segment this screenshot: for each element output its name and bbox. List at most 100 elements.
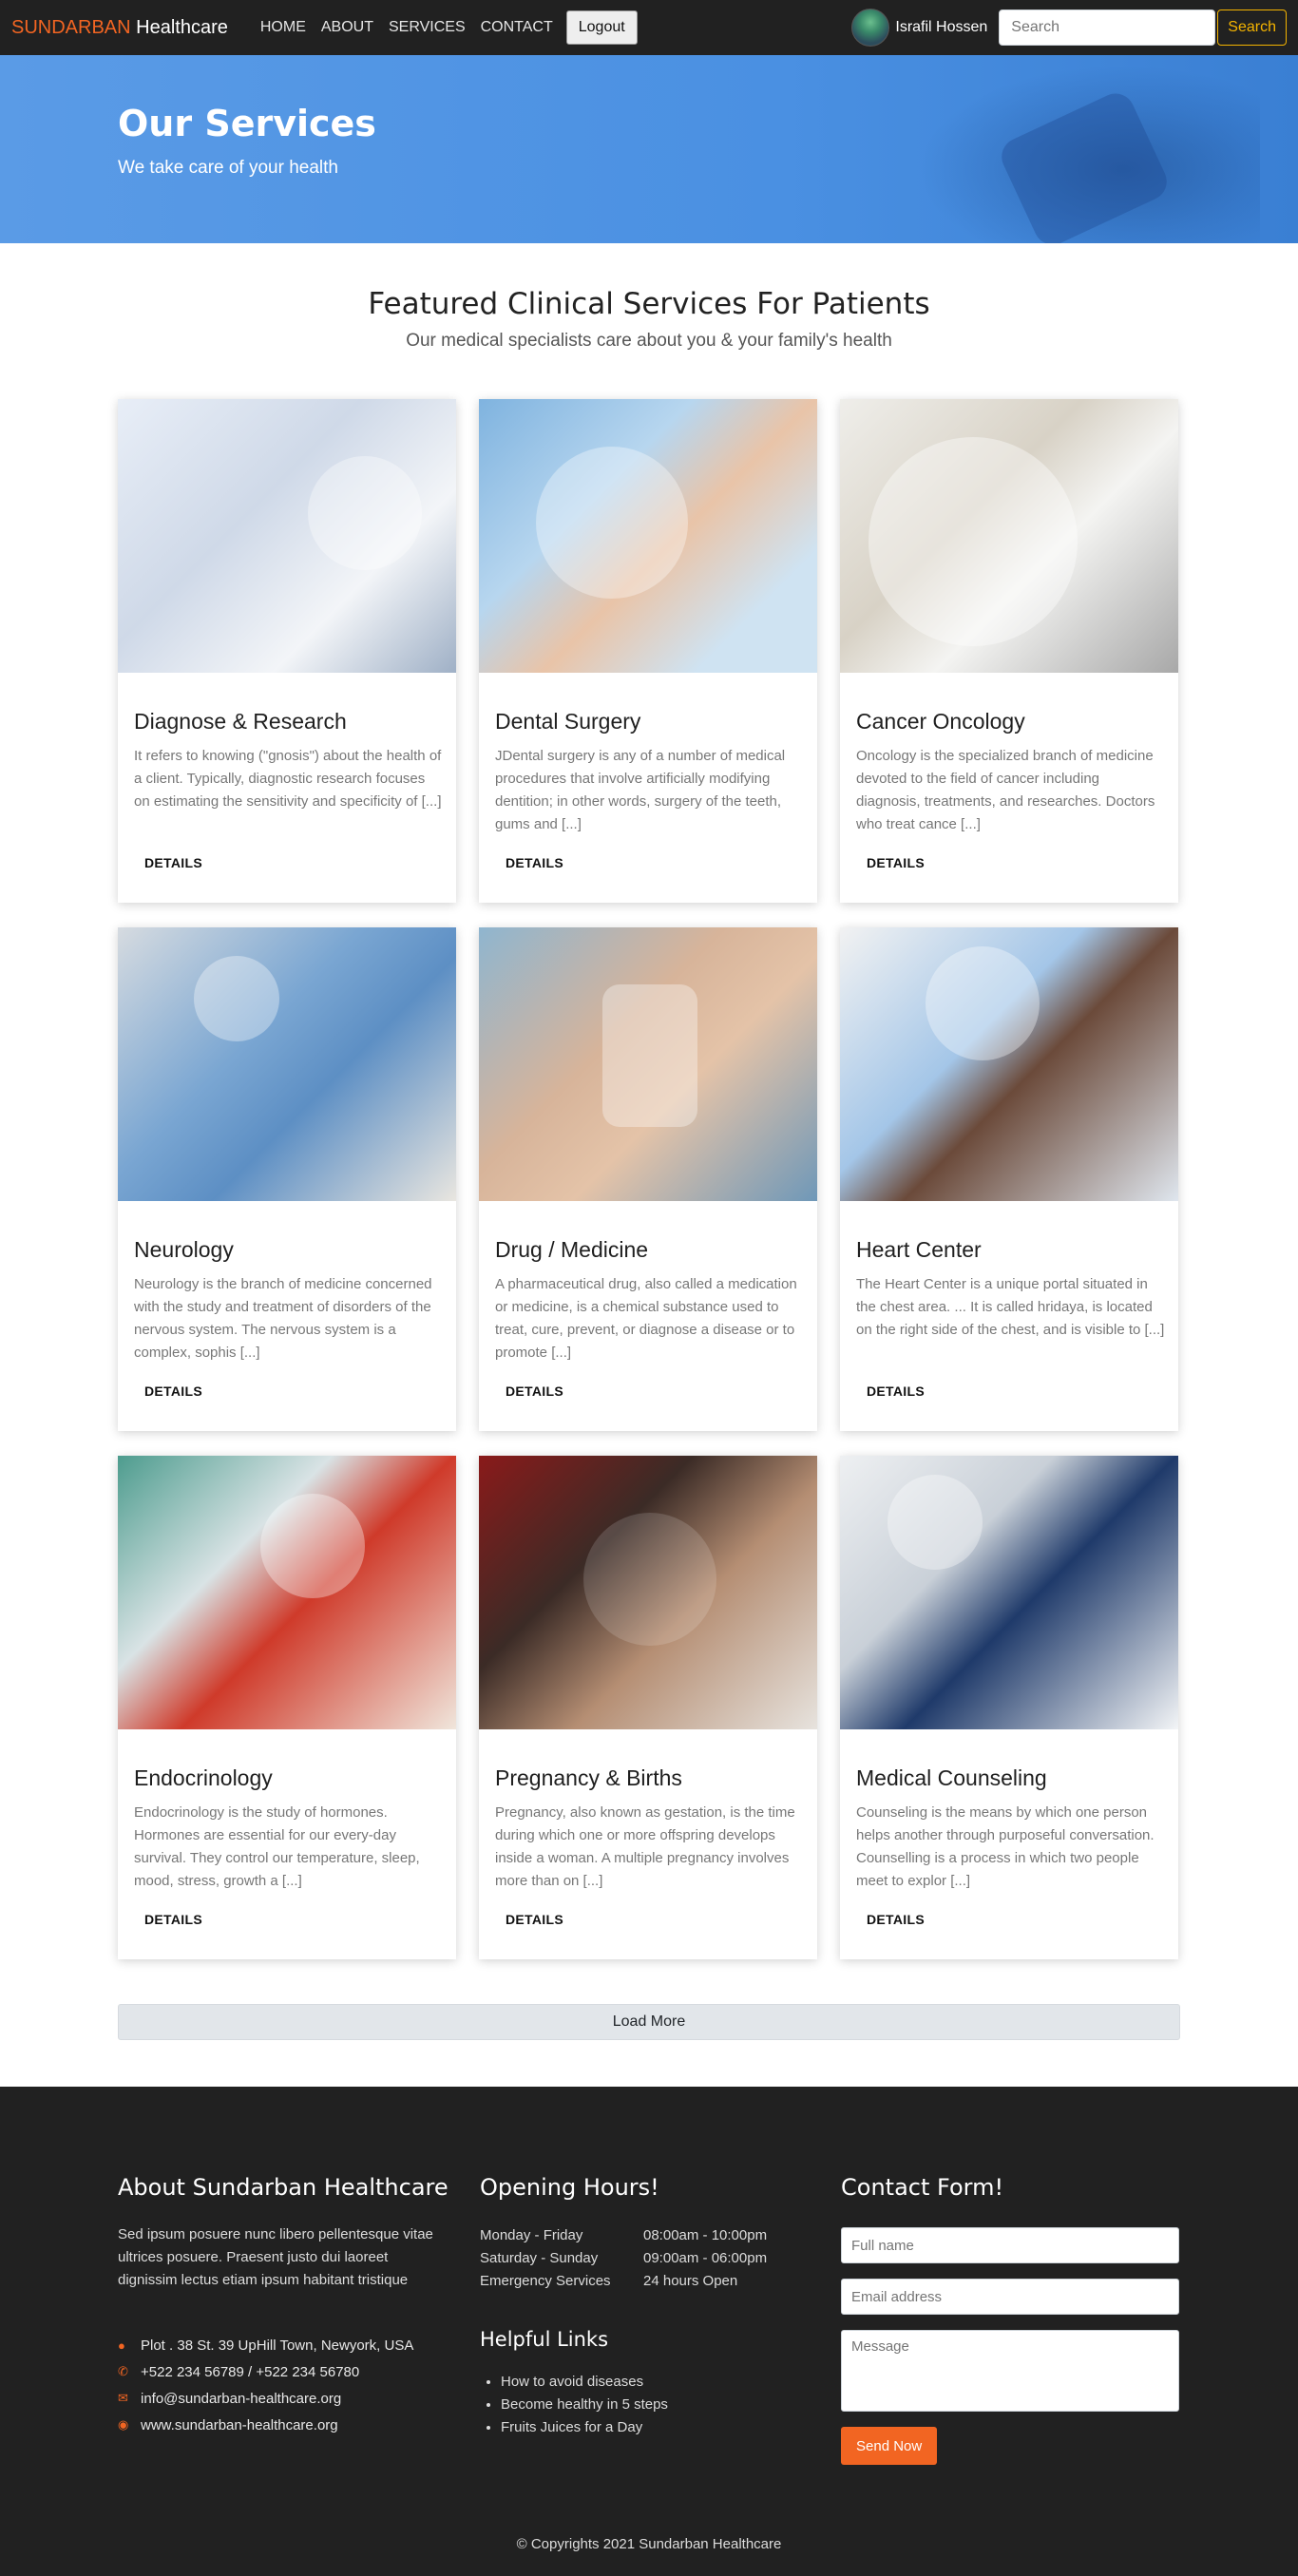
- user-profile[interactable]: Israfil Hossen: [851, 9, 987, 47]
- avatar: [851, 9, 890, 47]
- service-image: [118, 927, 456, 1201]
- service-image: [479, 1456, 817, 1729]
- service-description: It refers to knowing ("gnosis") about th…: [134, 748, 442, 810]
- details-button[interactable]: DETAILS: [495, 1906, 574, 1933]
- hero-banner: Our Services We take care of your health: [0, 55, 1298, 243]
- search-input[interactable]: [999, 10, 1216, 46]
- logout-button[interactable]: Logout: [565, 10, 638, 45]
- service-card: Neurology Neurology is the branch of med…: [118, 927, 456, 1431]
- load-more-button[interactable]: Load More: [118, 2004, 1180, 2040]
- nav-links: HOME ABOUT SERVICES CONTACT Logout: [253, 10, 638, 45]
- service-card: Heart Center The Heart Center is a uniqu…: [840, 927, 1178, 1431]
- search-button[interactable]: Search: [1217, 10, 1287, 46]
- send-now-button[interactable]: Send Now: [841, 2427, 938, 2465]
- services-header: Featured Clinical Services For Patients …: [0, 243, 1298, 352]
- service-title: Pregnancy & Births: [495, 1765, 682, 1790]
- footer-website[interactable]: ◉ www.sundarban-healthcare.org: [118, 2412, 413, 2438]
- service-card: Medical Counseling Counseling is the mea…: [840, 1456, 1178, 1959]
- service-description: The Heart Center is a unique portal situ…: [856, 1276, 1165, 1338]
- services-title: Featured Clinical Services For Patients: [368, 287, 930, 321]
- nav-link-contact[interactable]: CONTACT: [481, 19, 553, 36]
- footer-contact-list: ● Plot . 38 St. 39 UpHill Town, Newyork, …: [118, 2332, 413, 2438]
- details-button[interactable]: DETAILS: [495, 1378, 574, 1404]
- service-description: A pharmaceutical drug, also called a med…: [495, 1276, 797, 1361]
- nav-right: Israfil Hossen Search: [851, 9, 1287, 47]
- brand-logo[interactable]: SUNDARBAN Healthcare: [11, 17, 228, 39]
- service-description: Neurology is the branch of medicine conc…: [134, 1276, 432, 1361]
- user-name: Israfil Hossen: [895, 19, 988, 35]
- service-description: Counseling is the means by which one per…: [856, 1804, 1155, 1889]
- globe-icon: ◉: [118, 2417, 129, 2432]
- details-button[interactable]: DETAILS: [856, 1906, 935, 1933]
- details-button[interactable]: DETAILS: [134, 1906, 213, 1933]
- service-card: Pregnancy & Births Pregnancy, also known…: [479, 1456, 817, 1959]
- helpful-link[interactable]: Fruits Juices for a Day: [501, 2419, 668, 2442]
- footer-phone: ✆ +522 234 56789 / +522 234 56780: [118, 2358, 413, 2385]
- email-field[interactable]: [841, 2279, 1179, 2315]
- footer-address-text: Plot . 38 St. 39 UpHill Town, Newyork, U…: [141, 2337, 414, 2354]
- services-subtitle: Our medical specialists care about you &…: [406, 331, 892, 351]
- hours-time: 08:00am - 10:00pm: [643, 2227, 768, 2243]
- footer-phone-text: +522 234 56789 / +522 234 56780: [141, 2363, 360, 2380]
- brand-accent: SUNDARBAN: [11, 16, 131, 38]
- service-card: Cancer Oncology Oncology is the speciali…: [840, 399, 1178, 903]
- details-button[interactable]: DETAILS: [495, 849, 574, 876]
- hours-time: 24 hours Open: [643, 2273, 738, 2289]
- hours-row: Saturday - Sunday 09:00am - 06:00pm: [480, 2250, 767, 2273]
- top-navbar: SUNDARBAN Healthcare HOME ABOUT SERVICES…: [0, 0, 1298, 55]
- service-title: Dental Surgery: [495, 709, 641, 734]
- service-card: Drug / Medicine A pharmaceutical drug, a…: [479, 927, 817, 1431]
- details-button[interactable]: DETAILS: [134, 849, 213, 876]
- map-marker-icon: ●: [118, 2337, 125, 2353]
- service-description: Endocrinology is the study of hormones. …: [134, 1804, 420, 1889]
- service-image: [840, 399, 1178, 673]
- phone-icon: ✆: [118, 2364, 128, 2378]
- helpful-link[interactable]: Become healthy in 5 steps: [501, 2396, 668, 2419]
- service-description: Oncology is the specialized branch of me…: [856, 748, 1155, 832]
- service-title: Endocrinology: [134, 1765, 273, 1790]
- service-image: [840, 1456, 1178, 1729]
- nav-link-about[interactable]: ABOUT: [321, 19, 373, 36]
- footer-email-text[interactable]: info@sundarban-healthcare.org: [141, 2391, 341, 2407]
- service-card: Dental Surgery JDental surgery is any of…: [479, 399, 817, 903]
- hours-day: Saturday - Sunday: [480, 2250, 599, 2266]
- details-button[interactable]: DETAILS: [134, 1378, 213, 1404]
- hours-day: Monday - Friday: [480, 2227, 583, 2243]
- opening-hours-table: Monday - Friday 08:00am - 10:00pm Saturda…: [480, 2227, 767, 2296]
- service-description: Pregnancy, also known as gestation, is t…: [495, 1804, 795, 1889]
- page-subtitle: We take care of your health: [118, 158, 338, 178]
- service-image: [479, 399, 817, 673]
- service-title: Medical Counseling: [856, 1765, 1047, 1790]
- details-button[interactable]: DETAILS: [856, 849, 935, 876]
- service-title: Drug / Medicine: [495, 1237, 649, 1262]
- helpful-links: How to avoid diseases Become healthy in …: [501, 2374, 668, 2442]
- service-title: Diagnose & Research: [134, 709, 347, 734]
- services-grid: Diagnose & Research It refers to knowing…: [118, 399, 1180, 1959]
- nav-link-services[interactable]: SERVICES: [389, 19, 466, 36]
- service-image: [840, 927, 1178, 1201]
- service-title: Neurology: [134, 1237, 234, 1262]
- message-field[interactable]: [841, 2330, 1179, 2412]
- full-name-field[interactable]: [841, 2227, 1179, 2263]
- brand-rest: Healthcare: [130, 16, 228, 38]
- footer-form-title: Contact Form!: [841, 2174, 1004, 2201]
- service-image: [479, 927, 817, 1201]
- hours-time: 09:00am - 06:00pm: [643, 2250, 768, 2266]
- footer-address: ● Plot . 38 St. 39 UpHill Town, Newyork, …: [118, 2332, 413, 2358]
- service-title: Cancer Oncology: [856, 709, 1025, 734]
- footer-links-title: Helpful Links: [480, 2328, 609, 2351]
- details-button[interactable]: DETAILS: [856, 1378, 935, 1404]
- footer: About Sundarban Healthcare Sed ipsum pos…: [0, 2087, 1298, 2576]
- footer-hours-title: Opening Hours!: [480, 2174, 659, 2201]
- service-card: Diagnose & Research It refers to knowing…: [118, 399, 456, 903]
- service-image: [118, 399, 456, 673]
- helpful-link[interactable]: How to avoid diseases: [501, 2374, 668, 2396]
- footer-email[interactable]: ✉ info@sundarban-healthcare.org: [118, 2385, 413, 2412]
- footer-about-title: About Sundarban Healthcare: [118, 2174, 449, 2201]
- nav-link-home[interactable]: HOME: [260, 19, 306, 36]
- service-title: Heart Center: [856, 1237, 982, 1262]
- footer-website-text[interactable]: www.sundarban-healthcare.org: [141, 2417, 338, 2433]
- service-description: JDental surgery is any of a number of me…: [495, 748, 786, 832]
- envelope-icon: ✉: [118, 2391, 128, 2405]
- hours-day: Emergency Services: [480, 2273, 611, 2289]
